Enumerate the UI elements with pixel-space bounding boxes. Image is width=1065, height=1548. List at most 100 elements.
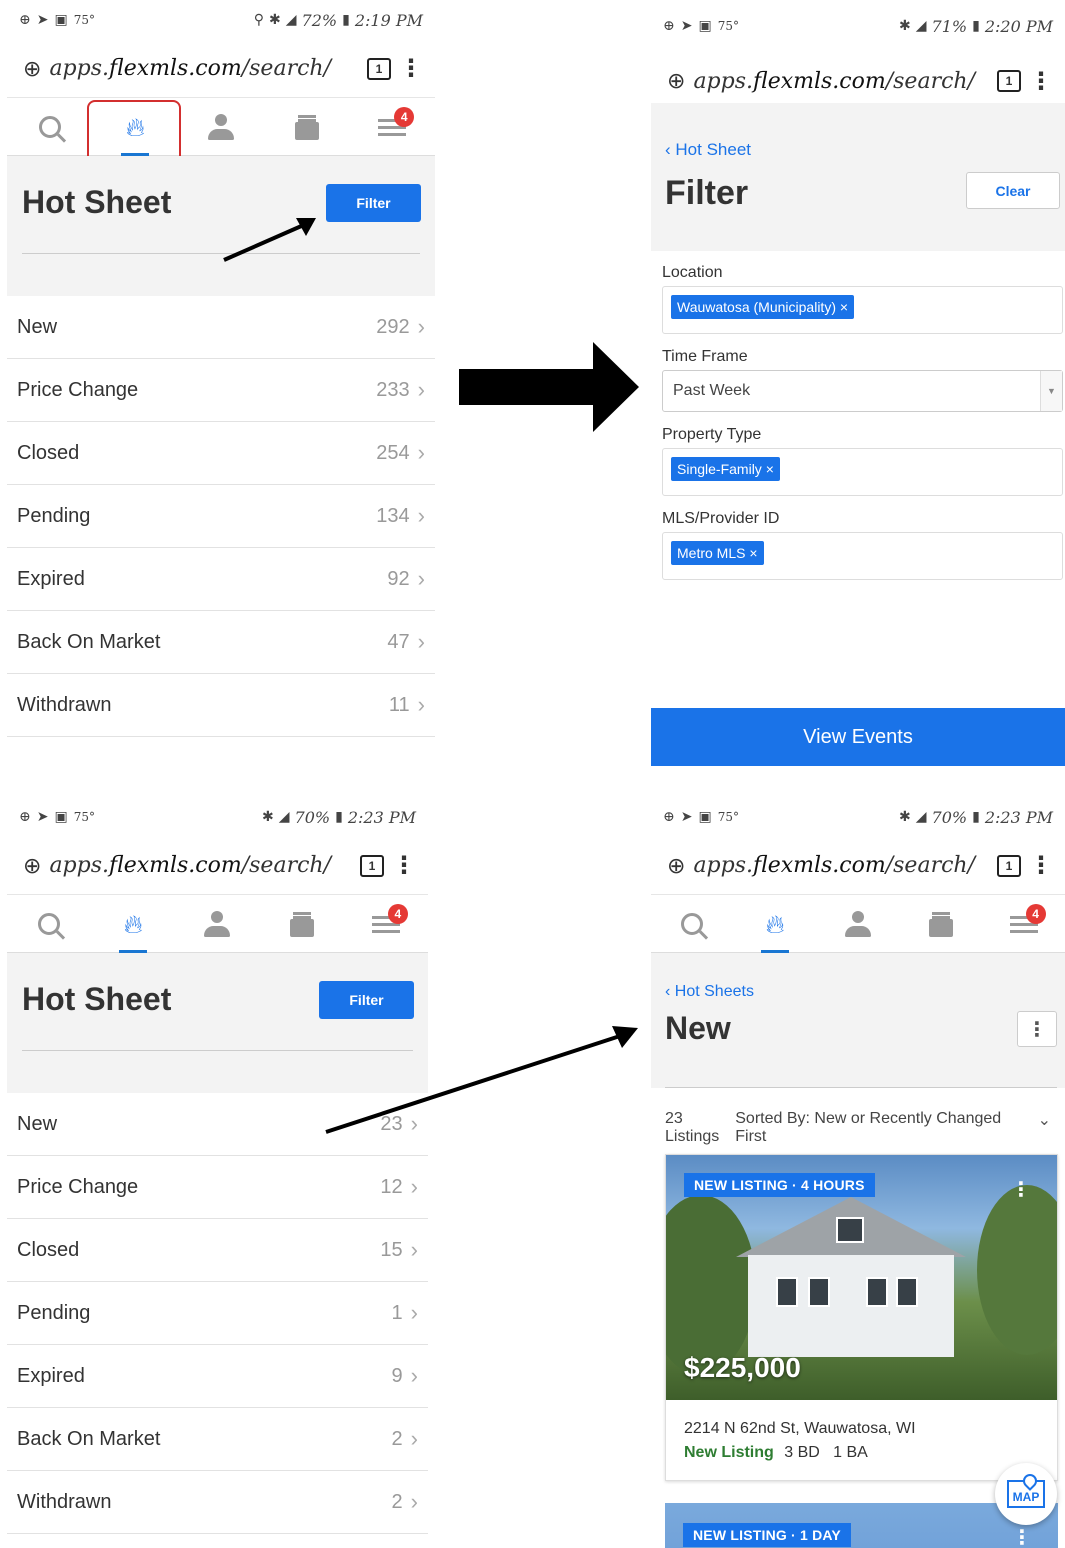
app-navbar: 🔥︎ 4 xyxy=(7,895,428,953)
nav-contacts[interactable] xyxy=(187,895,247,953)
signal-icon: ◢ xyxy=(285,12,297,28)
signal-icon: ◢ xyxy=(915,18,927,34)
property-type-input[interactable]: Single-Family × xyxy=(662,448,1063,496)
listing-photo[interactable]: NEW LISTING · 4 HOURS ⋮ $225,000 xyxy=(666,1155,1057,1400)
more-options-button[interactable]: ⋮ xyxy=(1017,1011,1057,1047)
mls-chip[interactable]: Metro MLS × xyxy=(671,541,764,565)
cast-icon: ➤ xyxy=(36,12,49,28)
list-item[interactable]: Pending 1 › xyxy=(7,1282,428,1345)
tab-switcher-button[interactable]: 1 xyxy=(367,57,391,80)
filter-button[interactable]: Filter xyxy=(319,981,414,1019)
globe-status-icon: ⊕ xyxy=(19,12,31,28)
url-text[interactable]: apps.flexmls.com/search/ xyxy=(49,56,359,81)
url-text[interactable]: apps.flexmls.com/search/ xyxy=(693,69,989,94)
url-text[interactable]: apps.flexmls.com/search/ xyxy=(693,853,989,878)
more-vert-icon[interactable]: ⋮ xyxy=(1029,67,1053,96)
location-input[interactable]: Wauwatosa (Municipality) × xyxy=(662,286,1063,334)
list-item[interactable]: Withdrawn 2 › xyxy=(7,1471,428,1534)
chevron-right-icon: › xyxy=(417,566,425,591)
list-item[interactable]: New 292 › xyxy=(7,296,435,359)
stack-icon xyxy=(927,910,955,938)
property-type-chip[interactable]: Single-Family × xyxy=(671,457,780,481)
nav-search[interactable] xyxy=(662,895,722,953)
battery-level: 70% xyxy=(294,807,331,827)
mls-label: MLS/Provider ID xyxy=(662,510,780,527)
app-navbar: 🔥︎ 4 xyxy=(7,98,435,156)
list-item[interactable]: Expired 9 › xyxy=(7,1345,428,1408)
list-item[interactable]: Back On Market 2 › xyxy=(7,1408,428,1471)
list-item[interactable]: Expired 92 › xyxy=(7,548,435,611)
image-icon: ▣ xyxy=(698,18,712,34)
globe-icon: ⊕ xyxy=(667,852,686,878)
list-item[interactable]: Back On Market 47 › xyxy=(7,611,435,674)
list-item[interactable]: Closed 15 › xyxy=(7,1219,428,1282)
globe-status-icon: ⊕ xyxy=(19,809,31,825)
chevron-down-icon[interactable]: ⌄ xyxy=(1038,1110,1051,1130)
listing-count: 23 Listings xyxy=(665,1110,720,1145)
dropdown-caret-icon: ▼ xyxy=(1040,371,1062,411)
url-text[interactable]: apps.flexmls.com/search/ xyxy=(49,853,352,878)
url-bar[interactable]: ⊕ apps.flexmls.com/search/ 1 ⋮ xyxy=(7,837,428,895)
tab-switcher-button[interactable]: 1 xyxy=(360,854,384,877)
url-bar[interactable]: ⊕ apps.flexmls.com/search/ 1 ⋮ xyxy=(651,52,1065,110)
list-item[interactable]: Closed 254 › xyxy=(7,422,435,485)
nav-search[interactable] xyxy=(19,895,79,953)
more-vert-icon[interactable]: ⋮ xyxy=(399,54,423,83)
list-item[interactable]: Withdrawn 11 › xyxy=(7,674,435,737)
url-bar[interactable]: ⊕ apps.flexmls.com/search/ 1 ⋮ xyxy=(7,40,435,98)
url-bar[interactable]: ⊕ apps.flexmls.com/search/ 1 ⋮ xyxy=(651,837,1065,895)
map-icon: MAP xyxy=(1006,1480,1046,1508)
person-icon xyxy=(844,910,872,938)
arrow-annotation-icon xyxy=(223,218,316,262)
signal-icon: ◢ xyxy=(915,809,927,825)
bluetooth-icon: ✱ xyxy=(262,809,274,825)
more-vert-icon[interactable]: ⋮ xyxy=(1029,851,1053,880)
list-item[interactable]: Pending 134 › xyxy=(7,485,435,548)
person-icon xyxy=(207,113,235,141)
mls-input[interactable]: Metro MLS × xyxy=(662,532,1063,580)
status-bar: ⊕ ➤ ▣ 75° ⚲ ✱ ◢ 72% ▮ 2:19 PM xyxy=(7,0,435,40)
chevron-left-icon: ‹ xyxy=(665,140,676,159)
nav-hot-sheet[interactable]: 🔥︎ xyxy=(103,895,163,953)
chevron-right-icon: › xyxy=(410,1426,418,1451)
more-vert-icon[interactable]: ⋮ xyxy=(392,851,416,880)
timeframe-select[interactable]: Past Week ▼ xyxy=(662,370,1063,412)
tab-switcher-button[interactable]: 1 xyxy=(997,854,1021,877)
nav-menu[interactable]: 4 xyxy=(994,895,1054,953)
clear-button[interactable]: Clear xyxy=(966,172,1060,209)
image-icon: ▣ xyxy=(54,12,68,28)
nav-collections[interactable] xyxy=(911,895,971,953)
sort-dropdown[interactable]: Sorted By: New or Recently Changed First xyxy=(735,1110,1021,1146)
back-link[interactable]: ‹ Hot Sheet xyxy=(665,140,751,160)
location-chip[interactable]: Wauwatosa (Municipality) × xyxy=(671,295,855,319)
nav-menu[interactable]: 4 xyxy=(362,98,422,156)
view-events-button[interactable]: View Events xyxy=(651,708,1065,766)
battery-icon: ▮ xyxy=(972,18,980,34)
tab-switcher-button[interactable]: 1 xyxy=(997,70,1021,92)
nav-collections[interactable] xyxy=(277,98,337,156)
back-link[interactable]: ‹ Hot Sheets xyxy=(665,983,754,1001)
map-button[interactable]: MAP xyxy=(995,1463,1057,1525)
card-more-icon[interactable]: ⋮ xyxy=(1012,1525,1032,1548)
cast-icon: ➤ xyxy=(680,18,693,34)
listing-baths: 1 BA xyxy=(833,1444,868,1461)
nav-collections[interactable] xyxy=(272,895,332,953)
card-more-icon[interactable]: ⋮ xyxy=(1011,1177,1031,1202)
listing-status: New Listing xyxy=(684,1444,774,1461)
listing-card[interactable]: NEW LISTING · 4 HOURS ⋮ $225,000 2214 N … xyxy=(665,1154,1058,1481)
bluetooth-icon: ✱ xyxy=(899,18,911,34)
nav-contacts[interactable] xyxy=(191,98,251,156)
nav-contacts[interactable] xyxy=(828,895,888,953)
list-item[interactable]: Price Change 233 › xyxy=(7,359,435,422)
nav-menu[interactable]: 4 xyxy=(356,895,416,953)
chevron-right-icon: › xyxy=(410,1237,418,1262)
notification-badge: 4 xyxy=(394,106,415,127)
battery-icon: ▮ xyxy=(342,12,350,28)
status-bar: ⊕ ➤ ▣ 75° ✱ ◢ 70% ▮ 2:23 PM xyxy=(7,797,428,837)
nav-hot-sheet[interactable]: 🔥︎ xyxy=(745,895,805,953)
chevron-right-icon: › xyxy=(410,1489,418,1514)
clock: 2:23 PM xyxy=(984,807,1053,827)
filter-button[interactable]: Filter xyxy=(326,184,421,222)
nav-search[interactable] xyxy=(20,98,80,156)
list-item[interactable]: Price Change 12 › xyxy=(7,1156,428,1219)
